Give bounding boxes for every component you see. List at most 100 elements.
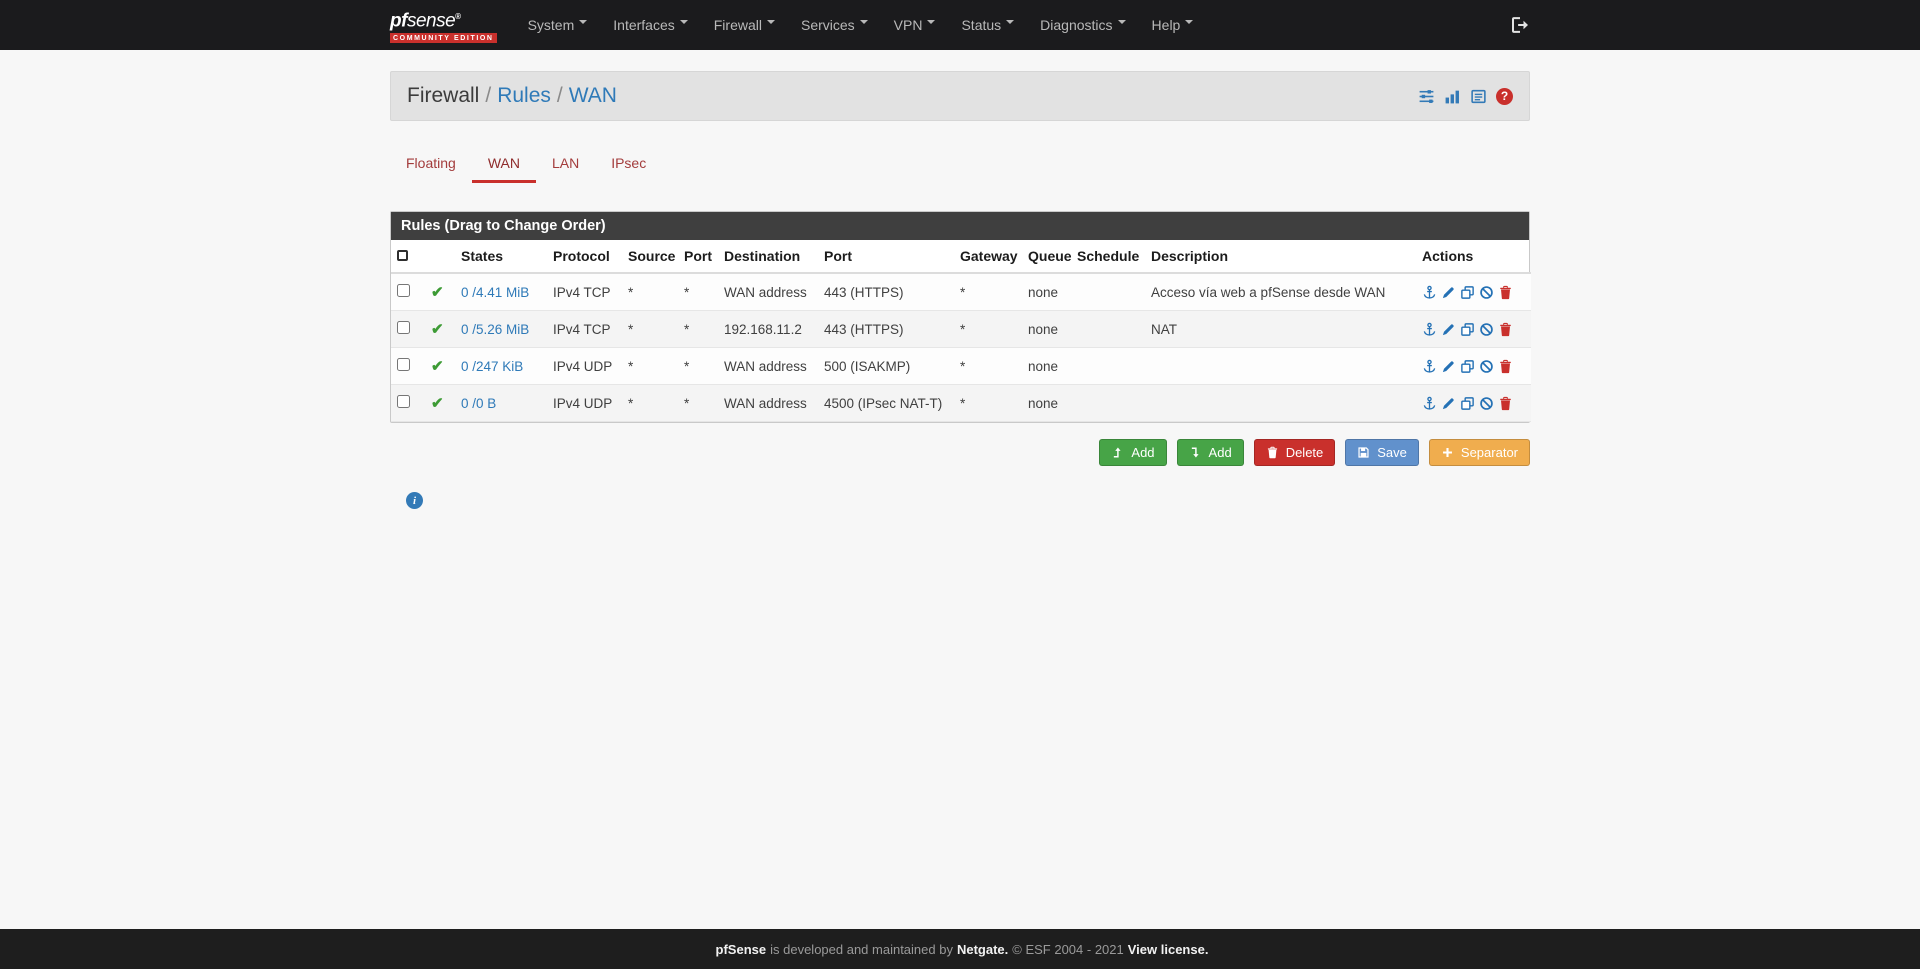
source-cell: *: [622, 310, 678, 348]
disable-icon[interactable]: [1479, 322, 1494, 337]
rule-row[interactable]: ✔ 0 /247 KiB IPv4 UDP * * WAN address 50…: [391, 347, 1531, 385]
log-view-icon[interactable]: [1470, 88, 1487, 105]
info-icon[interactable]: i: [406, 492, 423, 509]
rule-select-checkbox[interactable]: [397, 321, 410, 334]
description-cell: Acceso vía web a pfSense desde WAN: [1145, 273, 1416, 311]
help-icon[interactable]: ?: [1496, 87, 1513, 105]
states-link[interactable]: 0 /0 B: [461, 396, 496, 411]
page-header: Firewall / Rules / WAN ?: [390, 71, 1530, 121]
schedule-cell: [1071, 347, 1145, 385]
schedule-cell: [1071, 310, 1145, 348]
nav-item-diagnostics[interactable]: Diagnostics: [1027, 0, 1138, 50]
footer-company-link[interactable]: Netgate.: [957, 942, 1008, 957]
nav-item-vpn[interactable]: VPN: [881, 0, 949, 50]
breadcrumb-link-rules[interactable]: Rules: [497, 84, 551, 107]
destination-cell: WAN address: [718, 273, 818, 311]
tab-wan[interactable]: WAN: [471, 147, 536, 183]
source-port-cell: *: [678, 310, 718, 348]
states-link[interactable]: 0 /5.26 MiB: [461, 322, 529, 337]
tab-floating[interactable]: Floating: [390, 147, 472, 183]
save-button[interactable]: Save: [1345, 439, 1419, 466]
nav-item-firewall[interactable]: Firewall: [701, 0, 788, 50]
rule-row[interactable]: ✔ 0 /0 B IPv4 UDP * * WAN address 4500 (…: [391, 384, 1531, 422]
column-header-source: Source: [622, 240, 678, 274]
gateway-cell: *: [954, 384, 1022, 422]
destination-cell: WAN address: [718, 347, 818, 385]
caret-down-icon: [579, 20, 588, 28]
level-up-icon: [1114, 447, 1121, 458]
column-header-actions: Actions: [1416, 240, 1531, 274]
description-cell: NAT: [1145, 310, 1416, 348]
view-license-link[interactable]: View license.: [1128, 942, 1209, 957]
select-all-checkbox[interactable]: [397, 250, 408, 261]
related-settings-icon[interactable]: [1418, 88, 1435, 105]
anchor-icon[interactable]: [1422, 285, 1437, 300]
tab-lan[interactable]: LAN: [536, 147, 595, 183]
caret-down-icon: [1006, 20, 1015, 28]
top-navbar: pfsense® COMMUNITY EDITION System Interf…: [0, 0, 1920, 50]
disable-icon[interactable]: [1479, 396, 1494, 411]
rule-select-checkbox[interactable]: [397, 395, 410, 408]
pfsense-logo[interactable]: pfsense® COMMUNITY EDITION: [390, 7, 497, 43]
rule-select-checkbox[interactable]: [397, 358, 410, 371]
caret-down-icon: [859, 20, 868, 28]
disable-icon[interactable]: [1479, 359, 1494, 374]
states-link[interactable]: 0 /4.41 MiB: [461, 285, 529, 300]
copy-icon[interactable]: [1460, 285, 1475, 300]
protocol-cell: IPv4 TCP: [547, 273, 622, 311]
delete-rules-button[interactable]: Delete: [1253, 439, 1336, 466]
rules-panel: Rules (Drag to Change Order) States Prot…: [390, 211, 1531, 423]
gateway-cell: *: [954, 310, 1022, 348]
caret-down-icon: [679, 20, 688, 28]
edit-icon[interactable]: [1441, 396, 1456, 411]
anchor-icon[interactable]: [1422, 396, 1437, 411]
add-rule-bottom-button[interactable]: Add: [1176, 439, 1244, 466]
tab-ipsec[interactable]: IPsec: [595, 147, 662, 183]
description-cell: [1145, 347, 1416, 385]
dest-port-cell: 500 (ISAKMP): [818, 347, 954, 385]
add-rule-top-button[interactable]: Add: [1099, 439, 1167, 466]
caret-down-icon: [1117, 20, 1126, 28]
delete-icon[interactable]: [1498, 285, 1513, 300]
edit-icon[interactable]: [1441, 359, 1456, 374]
nav-item-status[interactable]: Status: [948, 0, 1027, 50]
anchor-icon[interactable]: [1422, 322, 1437, 337]
nav-item-help[interactable]: Help: [1139, 0, 1207, 50]
delete-icon[interactable]: [1498, 322, 1513, 337]
caret-down-icon: [766, 20, 775, 28]
breadcrumb-link-wan[interactable]: WAN: [569, 84, 617, 107]
rule-pass-icon: ✔: [431, 395, 444, 412]
destination-cell: 192.168.11.2: [718, 310, 818, 348]
queue-cell: none: [1022, 273, 1071, 311]
caret-down-icon: [927, 20, 936, 28]
edit-icon[interactable]: [1441, 285, 1456, 300]
protocol-cell: IPv4 TCP: [547, 310, 622, 348]
delete-icon[interactable]: [1498, 359, 1513, 374]
status-chart-icon[interactable]: [1444, 88, 1461, 105]
rule-row[interactable]: ✔ 0 /4.41 MiB IPv4 TCP * * WAN address 4…: [391, 273, 1531, 311]
gateway-cell: *: [954, 347, 1022, 385]
panel-title: Rules (Drag to Change Order): [391, 212, 1529, 240]
states-link[interactable]: 0 /247 KiB: [461, 359, 523, 374]
schedule-cell: [1071, 273, 1145, 311]
copy-icon[interactable]: [1460, 322, 1475, 337]
add-separator-button[interactable]: Separator: [1428, 439, 1530, 466]
copy-icon[interactable]: [1460, 359, 1475, 374]
disable-icon[interactable]: [1479, 285, 1494, 300]
nav-item-system[interactable]: System: [515, 0, 601, 50]
rule-select-checkbox[interactable]: [397, 284, 410, 297]
dest-port-cell: 443 (HTTPS): [818, 273, 954, 311]
delete-icon[interactable]: [1498, 396, 1513, 411]
destination-cell: WAN address: [718, 384, 818, 422]
dest-port-cell: 4500 (IPsec NAT-T): [818, 384, 954, 422]
schedule-cell: [1071, 384, 1145, 422]
interface-tabs: Floating WAN LAN IPsec: [390, 147, 1530, 184]
anchor-icon[interactable]: [1422, 359, 1437, 374]
rule-row[interactable]: ✔ 0 /5.26 MiB IPv4 TCP * * 192.168.11.2 …: [391, 310, 1531, 348]
nav-item-services[interactable]: Services: [788, 0, 881, 50]
edit-icon[interactable]: [1441, 322, 1456, 337]
logout-icon[interactable]: [1510, 15, 1530, 35]
copy-icon[interactable]: [1460, 396, 1475, 411]
column-header-destination: Destination: [718, 240, 818, 274]
nav-item-interfaces[interactable]: Interfaces: [600, 0, 700, 50]
